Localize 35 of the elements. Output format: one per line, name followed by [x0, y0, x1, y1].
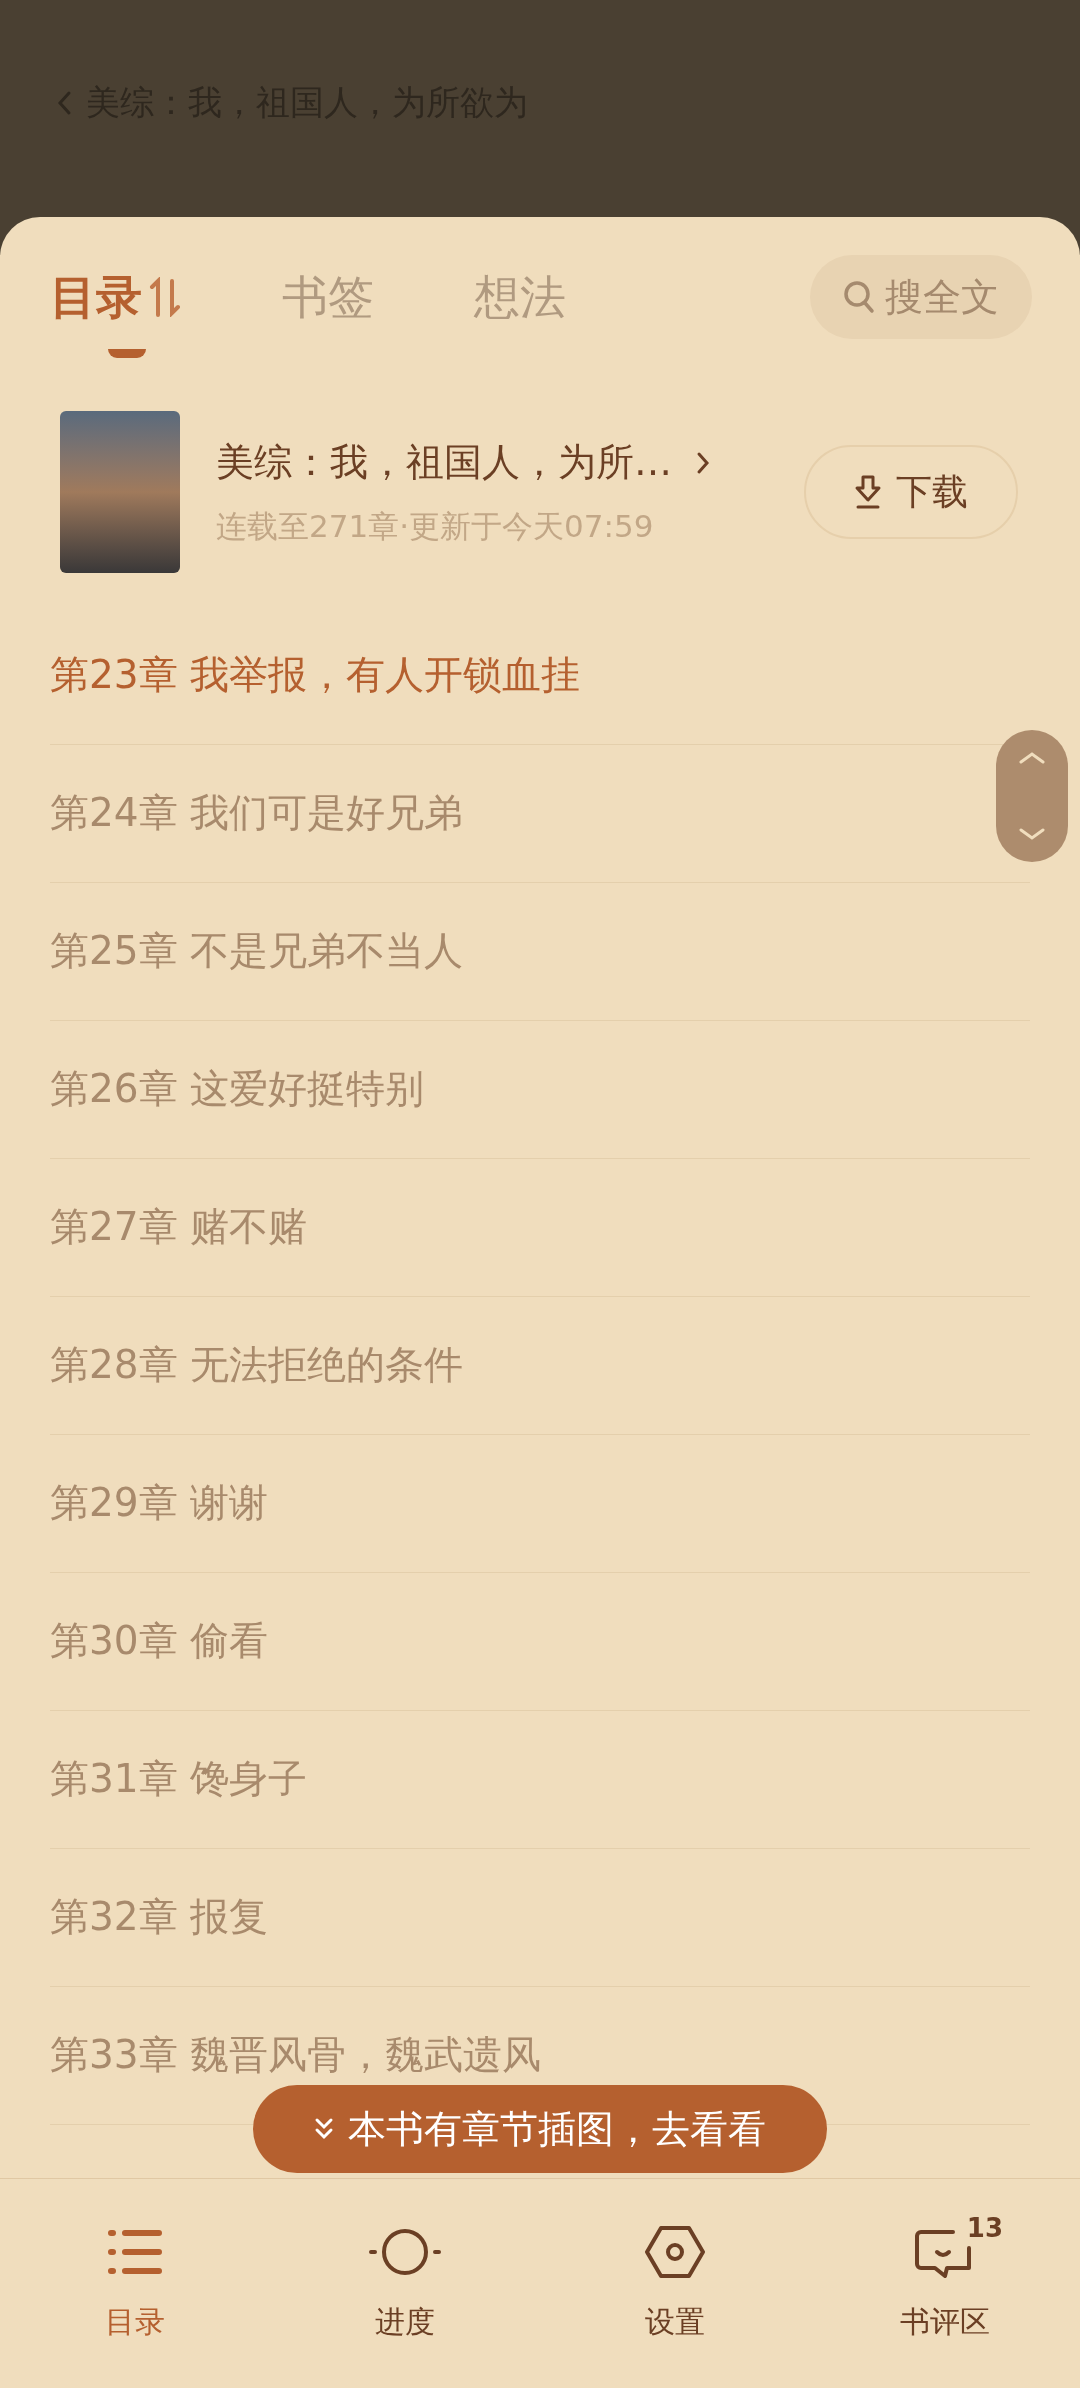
chapter-item[interactable]: 第32章 报复 — [50, 1895, 269, 1940]
nav-item[interactable]: 进度 — [270, 2179, 540, 2388]
up-icon — [1019, 752, 1045, 764]
nav-item[interactable]: 目录 — [0, 2179, 270, 2388]
chapter-item[interactable]: 第31章 馋身子 — [50, 1757, 308, 1802]
tab[interactable]: 目录 — [50, 262, 142, 332]
progress-icon — [369, 2227, 441, 2277]
back-icon[interactable] — [56, 89, 72, 116]
comment-count: 13 — [966, 2212, 1003, 2245]
chapter-item[interactable]: 第23章 我举报，有人开锁血挂 — [50, 653, 581, 698]
download-icon — [854, 474, 882, 510]
nav-item[interactable]: 设置 — [540, 2179, 810, 2388]
search-button[interactable]: 搜全文 — [810, 255, 1032, 339]
chapter-item[interactable]: 第24章 我们可是好兄弟 — [50, 791, 464, 836]
chapter-item[interactable]: 第28章 无法拒绝的条件 — [50, 1343, 464, 1388]
chapter-item[interactable]: 第27章 赌不赌 — [50, 1205, 308, 1250]
nav-item[interactable]: 13 书评区 — [810, 2179, 1080, 2388]
chapter-item[interactable]: 第26章 这爱好挺特别 — [50, 1067, 425, 1112]
book-name[interactable]: 美综：我，祖国人，为所… — [216, 434, 672, 492]
down-icon — [1019, 828, 1045, 840]
tab[interactable]: 想法 — [474, 262, 566, 332]
chapter-item[interactable]: 第33章 魏晋风骨，魏武遗风 — [50, 2033, 542, 2078]
chapter-item[interactable]: 第25章 不是兄弟不当人 — [50, 929, 464, 974]
tab-indicator — [108, 348, 146, 358]
download-button[interactable]: 下载 — [804, 445, 1018, 539]
illustration-toast[interactable]: 本书有章节插图，去看看 — [253, 2085, 827, 2173]
tab[interactable]: 书签 — [282, 262, 374, 332]
chapter-item[interactable]: 第30章 偷看 — [50, 1619, 269, 1664]
chevron-icon[interactable] — [696, 450, 710, 475]
search-icon — [843, 280, 875, 314]
list-icon — [107, 2229, 163, 2275]
sort-icon[interactable] — [148, 277, 182, 317]
chapter-item[interactable]: 第29章 谢谢 — [50, 1481, 269, 1526]
double-chevron-icon — [314, 2117, 334, 2141]
settings-icon — [645, 2225, 705, 2279]
